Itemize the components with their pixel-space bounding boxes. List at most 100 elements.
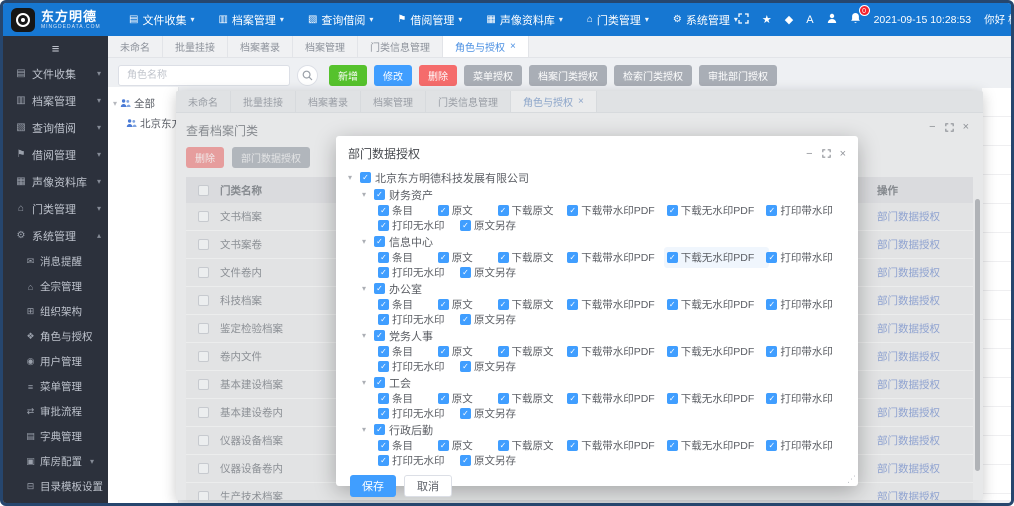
sidebar-item-查询借阅[interactable]: ▧ 查询借阅 ▾ bbox=[3, 114, 108, 141]
checkbox-checked[interactable]: ✓ bbox=[567, 393, 579, 404]
checkbox-checked[interactable]: ✓ bbox=[378, 205, 389, 216]
checkbox-checked[interactable]: ✓ bbox=[378, 267, 389, 278]
tree-node-company[interactable]: ▾ ✓ 北京东方明德科技发展有限公司 bbox=[348, 169, 846, 186]
checkbox-checked[interactable]: ✓ bbox=[378, 440, 389, 451]
tree-node-root[interactable]: ▾ 全部 bbox=[113, 93, 178, 113]
row-checkbox[interactable] bbox=[197, 379, 209, 390]
tab-门类信息管理[interactable]: 门类信息管理 bbox=[426, 91, 511, 112]
checkbox-checked[interactable]: ✓ bbox=[497, 440, 509, 451]
permission-打印带水印[interactable]: ✓ 打印带水印 bbox=[766, 438, 846, 453]
topbar-menu-借阅管理[interactable]: ⚑ 借阅管理 ▾ bbox=[397, 12, 462, 28]
permission-原文[interactable]: ✓ 原文 bbox=[437, 438, 498, 453]
checkbox-checked[interactable]: ✓ bbox=[374, 330, 385, 341]
permission-原文另存[interactable]: ✓ 原文另存 bbox=[460, 359, 540, 374]
checkbox-checked[interactable]: ✓ bbox=[378, 361, 389, 372]
checkbox-checked[interactable]: ✓ bbox=[378, 346, 389, 357]
tab-档案管理[interactable]: 档案管理 bbox=[361, 91, 426, 112]
permission-打印无水印[interactable]: ✓ 打印无水印 bbox=[378, 359, 460, 374]
search-button[interactable] bbox=[297, 65, 318, 86]
sidebar-subitem-菜单管理[interactable]: ≡ 菜单管理 bbox=[3, 374, 108, 399]
permission-原文[interactable]: ✓ 原文 bbox=[437, 344, 498, 359]
tab-批量挂接[interactable]: 批量挂接 bbox=[231, 91, 296, 112]
caret-down-icon[interactable]: ▾ bbox=[348, 173, 356, 182]
permission-下载原文[interactable]: ✓ 下载原文 bbox=[497, 203, 568, 218]
tab-角色与授权[interactable]: 角色与授权 × bbox=[443, 36, 529, 57]
save-button[interactable]: 保存 bbox=[350, 475, 396, 497]
resize-handle[interactable]: ⋰ bbox=[847, 474, 856, 485]
vip-icon-button[interactable]: ◆ bbox=[785, 13, 793, 26]
checkbox-checked[interactable]: ✓ bbox=[460, 408, 471, 419]
caret-down-icon[interactable]: ▾ bbox=[113, 99, 117, 108]
permission-下载带水印PDF[interactable]: ✓ 下载带水印PDF bbox=[567, 438, 667, 453]
permission-下载无水印PDF[interactable]: ✓ 下载无水印PDF bbox=[666, 438, 767, 453]
sidebar-subitem-消息提醒[interactable]: ✉ 消息提醒 bbox=[3, 249, 108, 274]
checkbox-checked[interactable]: ✓ bbox=[460, 220, 471, 231]
dept-data-auth-link[interactable]: 部门数据授权 bbox=[877, 463, 940, 475]
permission-打印带水印[interactable]: ✓ 打印带水印 bbox=[766, 250, 846, 265]
maximize-icon[interactable] bbox=[944, 122, 954, 132]
dept-data-auth-link[interactable]: 部门数据授权 bbox=[877, 379, 940, 391]
dept-data-auth-link[interactable]: 部门数据授权 bbox=[877, 323, 940, 335]
checkbox-checked[interactable]: ✓ bbox=[766, 440, 778, 451]
topbar-menu-门类管理[interactable]: ⌂ 门类管理 ▾ bbox=[587, 12, 649, 28]
checkbox-checked[interactable]: ✓ bbox=[497, 346, 509, 357]
sidebar-subitem-全宗管理[interactable]: ⌂ 全宗管理 bbox=[3, 274, 108, 299]
checkbox-checked[interactable]: ✓ bbox=[766, 252, 778, 263]
sidebar-item-档案管理[interactable]: ▥ 档案管理 ▾ bbox=[3, 87, 108, 114]
permission-打印无水印[interactable]: ✓ 打印无水印 bbox=[378, 453, 460, 468]
checkbox-checked[interactable]: ✓ bbox=[378, 393, 389, 404]
tab-未命名[interactable]: 未命名 bbox=[108, 36, 163, 57]
checkbox-checked[interactable]: ✓ bbox=[497, 252, 509, 263]
checkbox-checked[interactable]: ✓ bbox=[437, 252, 449, 263]
checkbox-checked[interactable]: ✓ bbox=[374, 236, 385, 247]
tree-node-党务人事[interactable]: ▾ ✓ 党务人事 bbox=[348, 327, 846, 344]
tree-node-工会[interactable]: ▾ ✓ 工会 bbox=[348, 374, 846, 391]
caret-down-icon[interactable]: ▾ bbox=[362, 284, 370, 293]
checkbox-checked[interactable]: ✓ bbox=[766, 393, 778, 404]
permission-打印无水印[interactable]: ✓ 打印无水印 bbox=[378, 406, 460, 421]
tree-node-财务资产[interactable]: ▾ ✓ 财务资产 bbox=[348, 186, 846, 203]
dialog-scrollbar[interactable] bbox=[975, 199, 980, 471]
checkbox-checked[interactable]: ✓ bbox=[374, 189, 385, 200]
permission-原文[interactable]: ✓ 原文 bbox=[437, 250, 498, 265]
checkbox-checked[interactable]: ✓ bbox=[378, 408, 389, 419]
checkbox-checked[interactable]: ✓ bbox=[374, 424, 385, 435]
dept-data-auth-link[interactable]: 部门数据授权 bbox=[877, 435, 940, 447]
sidebar-subitem-用户管理[interactable]: ◉ 用户管理 bbox=[3, 349, 108, 374]
checkbox-checked[interactable]: ✓ bbox=[437, 346, 449, 357]
permission-下载带水印PDF[interactable]: ✓ 下载带水印PDF bbox=[567, 203, 667, 218]
permission-下载原文[interactable]: ✓ 下载原文 bbox=[497, 344, 568, 359]
tab-档案著录[interactable]: 档案著录 bbox=[296, 91, 361, 112]
permission-打印带水印[interactable]: ✓ 打印带水印 bbox=[766, 391, 846, 406]
permission-下载带水印PDF[interactable]: ✓ 下载带水印PDF bbox=[567, 344, 667, 359]
tab-角色与授权[interactable]: 角色与授权 × bbox=[511, 91, 597, 112]
caret-down-icon[interactable]: ▾ bbox=[362, 425, 370, 434]
caret-down-icon[interactable]: ▾ bbox=[362, 331, 370, 340]
permission-下载带水印PDF[interactable]: ✓ 下载带水印PDF bbox=[567, 391, 667, 406]
dept-data-auth-link[interactable]: 部门数据授权 bbox=[877, 267, 940, 279]
dialog-button-部门数据授权[interactable]: 部门数据授权 bbox=[232, 147, 310, 168]
permission-条目[interactable]: ✓ 条目 bbox=[378, 391, 438, 406]
dept-data-auth-link[interactable]: 部门数据授权 bbox=[877, 211, 940, 223]
minimize-icon[interactable]: − bbox=[806, 148, 812, 160]
row-checkbox[interactable] bbox=[197, 239, 209, 250]
caret-down-icon[interactable]: ▾ bbox=[362, 190, 370, 199]
toolbar-button-审批部门授权[interactable]: 审批部门授权 bbox=[699, 65, 777, 86]
checkbox-checked[interactable]: ✓ bbox=[766, 205, 778, 216]
topbar-menu-系统管理[interactable]: ⚙ 系统管理 ▾ bbox=[673, 12, 738, 28]
user-greeting[interactable]: 你好 杨标 bbox=[984, 12, 1011, 27]
checkbox-checked[interactable]: ✓ bbox=[378, 455, 389, 466]
checkbox-checked[interactable]: ✓ bbox=[666, 440, 678, 451]
dept-data-auth-link[interactable]: 部门数据授权 bbox=[877, 239, 940, 251]
checkbox-checked[interactable]: ✓ bbox=[437, 440, 449, 451]
fullscreen-icon-button[interactable] bbox=[738, 12, 749, 27]
permission-下载原文[interactable]: ✓ 下载原文 bbox=[497, 250, 568, 265]
close-tab-icon[interactable]: × bbox=[578, 96, 584, 107]
permission-下载原文[interactable]: ✓ 下载原文 bbox=[497, 438, 568, 453]
permission-下载原文[interactable]: ✓ 下载原文 bbox=[497, 297, 568, 312]
permission-打印带水印[interactable]: ✓ 打印带水印 bbox=[766, 344, 846, 359]
minimize-icon[interactable]: − bbox=[929, 121, 935, 133]
checkbox-checked[interactable]: ✓ bbox=[437, 205, 449, 216]
tree-node-北京东方明德科技发展有限公司[interactable]: 北京东方明德科技发展有限公司 bbox=[113, 113, 178, 133]
checkbox-checked[interactable]: ✓ bbox=[378, 252, 389, 263]
